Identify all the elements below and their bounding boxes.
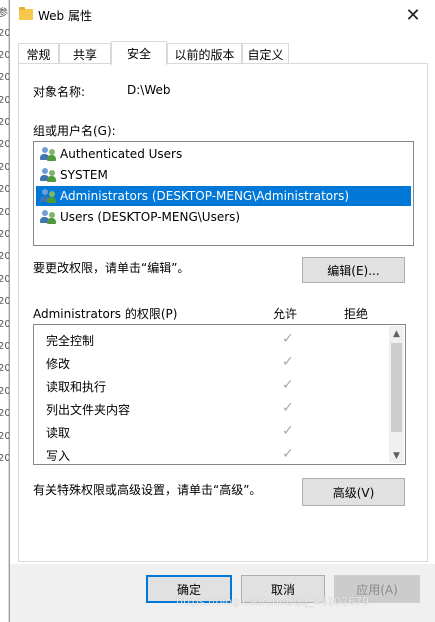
allow-check-icon: ✓ — [282, 446, 294, 462]
tab-general[interactable]: 常规 — [18, 43, 59, 64]
tab-security[interactable]: 安全 — [111, 41, 167, 65]
users-icon — [40, 147, 58, 161]
tab-label: 共享 — [72, 47, 97, 62]
scrollbar-thumb[interactable] — [391, 343, 402, 432]
permissions-scrollbar[interactable]: ▲ ▼ — [389, 326, 404, 463]
title-bar: Web 属性 ✕ — [10, 0, 435, 31]
tab-label: 自定义 — [247, 47, 284, 62]
allow-check-icon: ✓ — [282, 331, 294, 347]
allow-check-icon: ✓ — [282, 354, 294, 370]
user-name: Users (DESKTOP-MENG\Users) — [60, 210, 241, 224]
allow-header: 允许 — [273, 307, 298, 321]
close-icon: ✕ — [405, 5, 421, 26]
object-name-value: D:\Web — [127, 83, 171, 97]
scroll-down-icon[interactable]: ▼ — [389, 448, 404, 463]
users-icon — [40, 210, 58, 224]
advanced-button[interactable]: 高级(V) — [302, 478, 405, 506]
groups-label: 组或用户名(G): — [33, 124, 116, 138]
users-icon — [40, 189, 58, 203]
advanced-hint: 有关特殊权限或高级设置，请单击“高级”。 — [33, 483, 262, 497]
tab-label: 安全 — [126, 47, 151, 61]
background-text: 参 — [0, 8, 8, 19]
allow-check-icon: ✓ — [282, 400, 294, 416]
window-title: Web 属性 — [38, 9, 92, 23]
permission-row: 写入 ✓ — [35, 443, 390, 466]
list-item-administrators[interactable]: Administrators (DESKTOP-MENG\Administrat… — [36, 186, 411, 206]
permission-name: 列出文件夹内容 — [46, 403, 131, 417]
close-button[interactable]: ✕ — [390, 0, 435, 31]
tab-strip: 常规 共享 安全 以前的版本 自定义 — [18, 41, 428, 65]
tab-customize[interactable]: 自定义 — [242, 43, 289, 64]
permissions-list[interactable]: 完全控制 ✓ 修改 ✓ 读取和执行 ✓ 列出文件夹内容 ✓ 读取 ✓ 写入 ✓ — [33, 324, 406, 465]
deny-header: 拒绝 — [344, 307, 369, 321]
permissions-title: Administrators 的权限(P) — [33, 307, 178, 321]
watermark: https://blog.csdn.net/qq_44102679 — [176, 595, 370, 608]
user-name: Administrators (DESKTOP-MENG\Administrat… — [60, 189, 349, 203]
allow-check-icon: ✓ — [282, 377, 294, 393]
permission-name: 修改 — [46, 357, 71, 371]
button-label: 编辑(E)... — [327, 263, 380, 278]
tab-label: 以前的版本 — [174, 47, 235, 62]
permission-name: 完全控制 — [46, 334, 95, 348]
button-label: 高级(V) — [332, 485, 375, 500]
permission-name: 读取 — [46, 426, 71, 440]
list-item-system[interactable]: SYSTEM — [36, 165, 411, 185]
permission-row: 完全控制 ✓ — [35, 328, 390, 351]
list-item-users[interactable]: Users (DESKTOP-MENG\Users) — [36, 207, 411, 227]
properties-dialog: Web 属性 ✕ 常规 共享 安全 以前的版本 自定义 对象名称: D:\Web… — [9, 0, 435, 622]
user-name: SYSTEM — [60, 168, 108, 182]
users-icon — [40, 168, 58, 182]
permission-row: 读取和执行 ✓ — [35, 374, 390, 397]
tab-sharing[interactable]: 共享 — [59, 43, 111, 64]
scroll-up-icon[interactable]: ▲ — [389, 326, 404, 341]
folder-icon — [19, 7, 33, 20]
allow-check-icon: ✓ — [282, 423, 294, 439]
dialog-footer: 确定 取消 应用(A) — [10, 564, 435, 622]
user-name: Authenticated Users — [60, 147, 183, 161]
background-window-strip: 参 20 20 20 20 20 20 20 20 20 20 20 20 20… — [0, 0, 11, 622]
security-panel: 对象名称: D:\Web 组或用户名(G): Authenticated Use… — [18, 63, 428, 562]
edit-button[interactable]: 编辑(E)... — [302, 257, 405, 283]
permission-row: 修改 ✓ — [35, 351, 390, 374]
permission-name: 写入 — [46, 449, 71, 463]
permission-row: 列出文件夹内容 ✓ — [35, 397, 390, 420]
permission-row: 读取 ✓ — [35, 420, 390, 443]
object-name-label: 对象名称: — [33, 85, 86, 99]
users-listbox[interactable]: Authenticated Users SYSTEM Administrator… — [33, 141, 414, 246]
permission-name: 读取和执行 — [46, 380, 107, 394]
edit-hint: 要更改权限，请单击“编辑”。 — [33, 261, 190, 275]
tab-label: 常规 — [26, 47, 51, 62]
tab-previous-versions[interactable]: 以前的版本 — [167, 43, 242, 64]
list-item-authenticated-users[interactable]: Authenticated Users — [36, 144, 411, 164]
